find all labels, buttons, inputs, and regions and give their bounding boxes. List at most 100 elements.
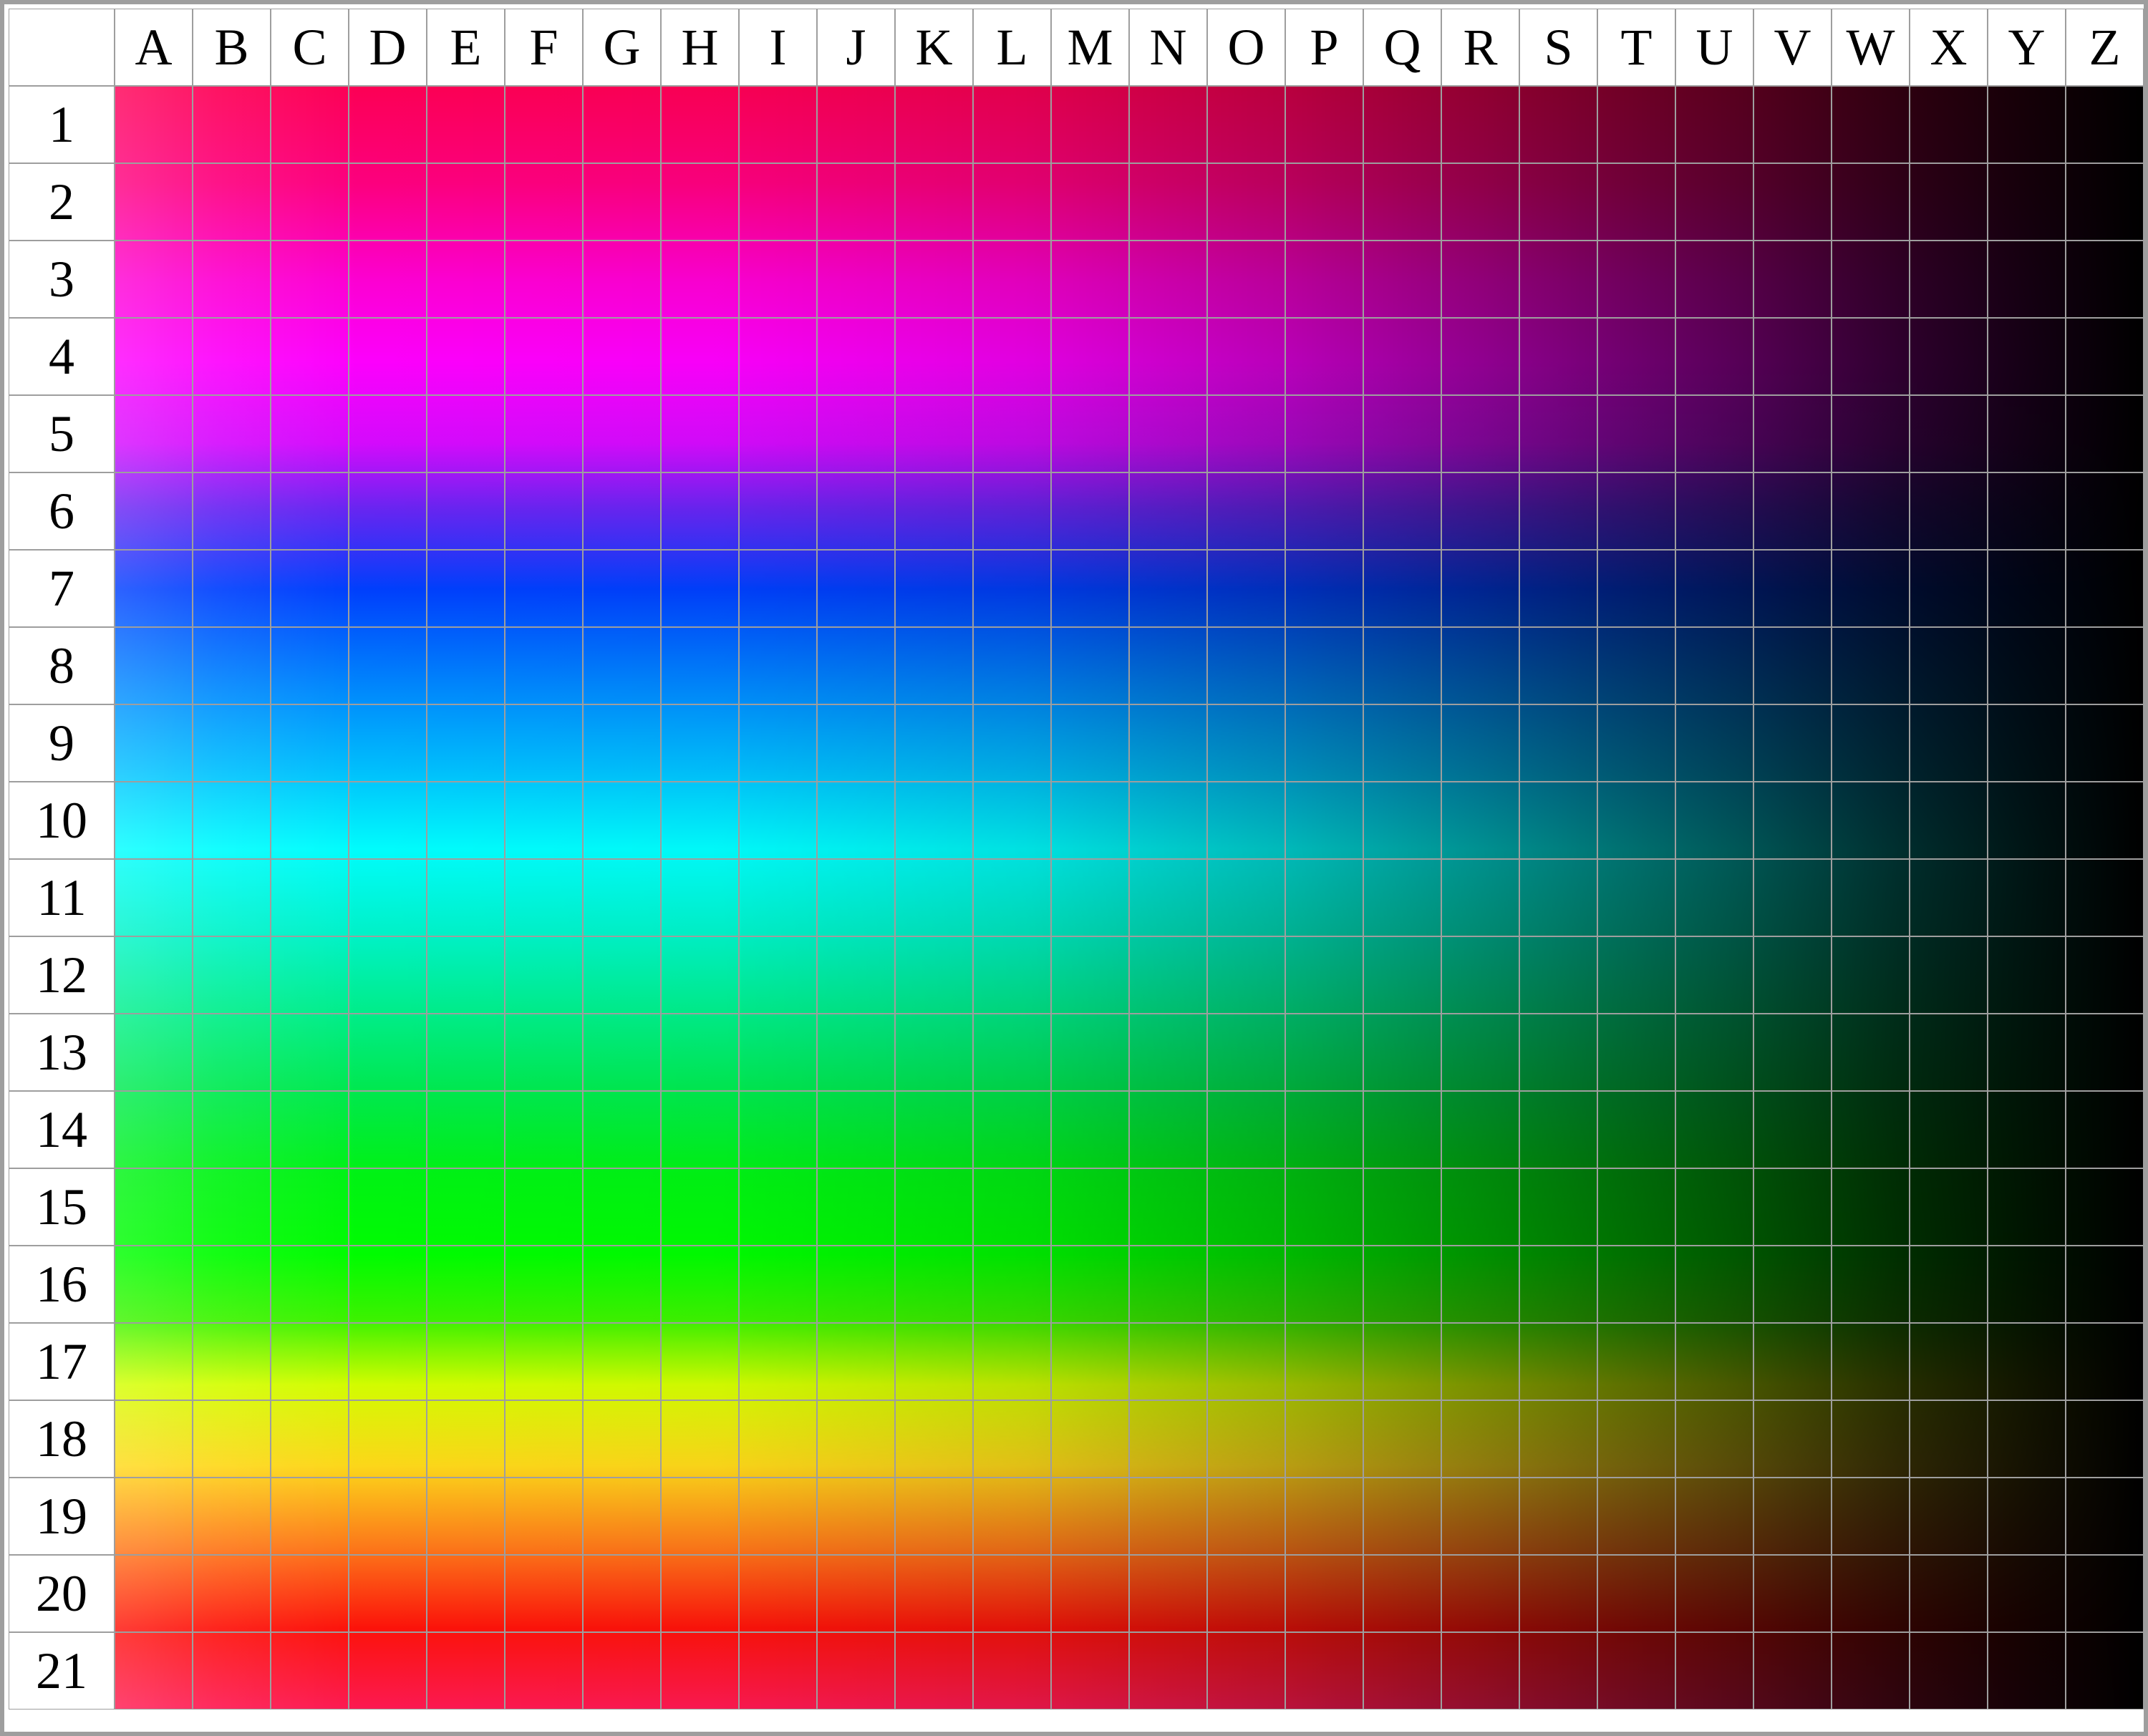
color-cell[interactable]: [427, 241, 505, 318]
color-cell[interactable]: [1832, 395, 1910, 472]
color-cell[interactable]: [115, 241, 193, 318]
color-cell[interactable]: [739, 395, 817, 472]
color-cell[interactable]: [349, 1632, 427, 1710]
color-cell[interactable]: [115, 318, 193, 395]
color-cell[interactable]: [895, 1632, 973, 1710]
color-cell[interactable]: [505, 86, 583, 163]
color-cell[interactable]: [583, 163, 661, 241]
color-cell[interactable]: [1285, 1555, 1363, 1632]
color-cell[interactable]: [739, 1400, 817, 1478]
color-cell[interactable]: [1363, 1478, 1441, 1555]
color-cell[interactable]: [1753, 163, 1832, 241]
color-cell[interactable]: [895, 241, 973, 318]
color-cell[interactable]: [505, 627, 583, 704]
color-cell[interactable]: [973, 936, 1051, 1014]
color-cell[interactable]: [349, 1246, 427, 1323]
color-cell[interactable]: [505, 395, 583, 472]
color-cell[interactable]: [271, 1555, 349, 1632]
color-cell[interactable]: [1051, 1632, 1129, 1710]
color-cell[interactable]: [1910, 859, 1988, 936]
color-cell[interactable]: [661, 1478, 739, 1555]
color-cell[interactable]: [1129, 241, 1207, 318]
color-cell[interactable]: [1675, 241, 1753, 318]
color-cell[interactable]: [1988, 1091, 2066, 1168]
color-cell[interactable]: [583, 1091, 661, 1168]
color-cell[interactable]: [1832, 1014, 1910, 1091]
color-cell[interactable]: [1363, 1246, 1441, 1323]
color-cell[interactable]: [427, 1400, 505, 1478]
color-cell[interactable]: [1910, 1091, 1988, 1168]
color-cell[interactable]: [1753, 86, 1832, 163]
color-cell[interactable]: [1675, 1632, 1753, 1710]
color-cell[interactable]: [349, 318, 427, 395]
color-cell[interactable]: [895, 472, 973, 550]
color-cell[interactable]: [1207, 1014, 1285, 1091]
color-cell[interactable]: [1753, 395, 1832, 472]
color-cell[interactable]: [817, 1091, 895, 1168]
color-cell[interactable]: [505, 1014, 583, 1091]
color-cell[interactable]: [1832, 86, 1910, 163]
color-cell[interactable]: [661, 550, 739, 627]
color-cell[interactable]: [271, 1632, 349, 1710]
color-cell[interactable]: [1910, 472, 1988, 550]
color-cell[interactable]: [1207, 1246, 1285, 1323]
color-cell[interactable]: [973, 241, 1051, 318]
color-cell[interactable]: [115, 1091, 193, 1168]
color-cell[interactable]: [1910, 704, 1988, 782]
color-cell[interactable]: [973, 163, 1051, 241]
color-cell[interactable]: [1753, 241, 1832, 318]
color-cell[interactable]: [661, 86, 739, 163]
color-cell[interactable]: [1832, 859, 1910, 936]
color-cell[interactable]: [1988, 163, 2066, 241]
color-cell[interactable]: [895, 395, 973, 472]
color-cell[interactable]: [1597, 1478, 1675, 1555]
color-cell[interactable]: [1129, 704, 1207, 782]
color-cell[interactable]: [1207, 472, 1285, 550]
color-cell[interactable]: [739, 1478, 817, 1555]
color-cell[interactable]: [1910, 1632, 1988, 1710]
color-cell[interactable]: [1597, 550, 1675, 627]
color-cell[interactable]: [349, 1555, 427, 1632]
color-cell[interactable]: [1363, 550, 1441, 627]
color-cell[interactable]: [895, 1555, 973, 1632]
color-cell[interactable]: [1597, 395, 1675, 472]
color-cell[interactable]: [1675, 1323, 1753, 1400]
color-cell[interactable]: [1519, 1400, 1597, 1478]
color-cell[interactable]: [1363, 1014, 1441, 1091]
color-cell[interactable]: [1597, 782, 1675, 859]
color-cell[interactable]: [1988, 1323, 2066, 1400]
color-cell[interactable]: [427, 1014, 505, 1091]
color-cell[interactable]: [817, 1014, 895, 1091]
color-cell[interactable]: [1519, 859, 1597, 936]
color-cell[interactable]: [193, 1091, 271, 1168]
color-cell[interactable]: [1441, 1555, 1519, 1632]
color-cell[interactable]: [1910, 627, 1988, 704]
color-cell[interactable]: [973, 1555, 1051, 1632]
color-cell[interactable]: [1129, 1632, 1207, 1710]
color-cell[interactable]: [1051, 859, 1129, 936]
color-cell[interactable]: [271, 1014, 349, 1091]
color-cell[interactable]: [1129, 163, 1207, 241]
color-cell[interactable]: [739, 550, 817, 627]
color-cell[interactable]: [1441, 627, 1519, 704]
color-cell[interactable]: [271, 163, 349, 241]
color-cell[interactable]: [271, 472, 349, 550]
color-cell[interactable]: [1910, 1478, 1988, 1555]
color-cell[interactable]: [1988, 1478, 2066, 1555]
color-cell[interactable]: [1832, 1323, 1910, 1400]
color-cell[interactable]: [973, 782, 1051, 859]
color-cell[interactable]: [1363, 1555, 1441, 1632]
color-cell[interactable]: [193, 550, 271, 627]
color-cell[interactable]: [1597, 86, 1675, 163]
color-cell[interactable]: [505, 1555, 583, 1632]
color-cell[interactable]: [1519, 1168, 1597, 1246]
color-cell[interactable]: [1832, 163, 1910, 241]
color-cell[interactable]: [271, 627, 349, 704]
color-cell[interactable]: [505, 1478, 583, 1555]
color-cell[interactable]: [115, 859, 193, 936]
color-cell[interactable]: [349, 241, 427, 318]
color-cell[interactable]: [1988, 782, 2066, 859]
color-cell[interactable]: [1988, 472, 2066, 550]
color-cell[interactable]: [2066, 782, 2144, 859]
color-cell[interactable]: [739, 1323, 817, 1400]
